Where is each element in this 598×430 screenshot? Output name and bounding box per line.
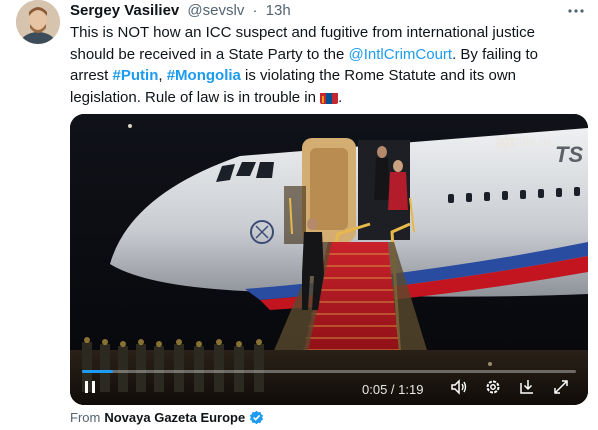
- avatar[interactable]: [16, 0, 60, 44]
- plane-lettering: TS: [555, 142, 583, 167]
- mongolia-flag-icon: [320, 91, 339, 104]
- eagle-emblem-icon: [495, 134, 518, 155]
- more-dots-icon[interactable]: [566, 2, 586, 20]
- tweet-text: This is NOT how an ICC suspect and fugit…: [70, 22, 570, 108]
- video-time: 0:05 / 1:19: [362, 382, 424, 397]
- mention-link[interactable]: @IntlCrimCourt: [349, 46, 453, 63]
- progress-fill: [82, 370, 114, 373]
- hashtag-mongolia[interactable]: #Mongolia: [167, 67, 241, 84]
- tweet-time[interactable]: 13h: [266, 2, 291, 19]
- video-player[interactable]: TS kremlin.ru 0:05 / 1:19: [70, 114, 588, 405]
- video-source: From Novaya Gazeta Europe: [70, 410, 264, 425]
- source-name[interactable]: Novaya Gazeta Europe: [104, 410, 245, 425]
- tweet-card[interactable]: Sergey Vasiliev @sevslv · 13h This is NO…: [0, 0, 598, 430]
- progress-bar[interactable]: [82, 370, 576, 373]
- tweet-text-part: .: [338, 88, 343, 106]
- tweet-header: Sergey Vasiliev @sevslv · 13h: [70, 2, 291, 19]
- video-frame: TS: [70, 114, 588, 405]
- header-separator: ·: [252, 2, 258, 19]
- author-name[interactable]: Sergey Vasiliev: [70, 2, 179, 19]
- video-controls: 0:05 / 1:19: [70, 365, 588, 405]
- source-prefix: From: [70, 410, 101, 425]
- verified-badge-icon: [249, 410, 264, 425]
- duration-time: 1:19: [398, 382, 424, 397]
- author-handle[interactable]: @sevslv: [187, 2, 244, 19]
- tweet-text-part: ,: [158, 67, 167, 84]
- elapsed-time: 0:05: [362, 382, 388, 397]
- hashtag-putin[interactable]: #Putin: [113, 67, 159, 84]
- kremlin-watermark: kremlin.ru: [495, 133, 550, 155]
